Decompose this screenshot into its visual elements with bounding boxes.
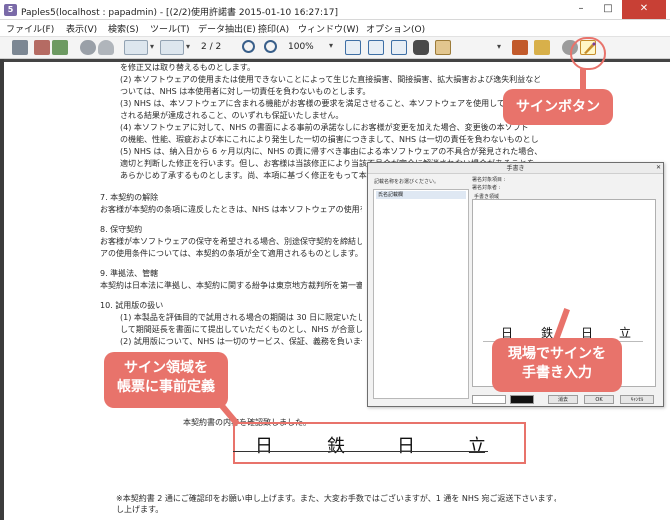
doc-line: ついては、NHS は本使用者に対し一切責任を負わないものとします。 bbox=[120, 87, 371, 96]
menu-stamp[interactable]: 捺印(A) bbox=[258, 22, 289, 35]
doc-line: お客様が本契約の条項に違反したときは、NHS は本ソフトウェアの使用を停止できる… bbox=[100, 205, 362, 214]
doc-line: の機能、性能、瑕疵および本にこれにより発生した一切の損害につきまして、NHS は… bbox=[120, 135, 540, 144]
clear-button[interactable]: 消去 bbox=[548, 395, 578, 404]
shield-icon[interactable] bbox=[98, 40, 114, 55]
doc-line: し上げます。 bbox=[116, 505, 164, 514]
stamp-icon[interactable] bbox=[534, 40, 550, 55]
handwrite-callout: 現場でサインを 手書き入力 bbox=[492, 338, 622, 392]
callout-text: 手書き入力 bbox=[522, 364, 592, 381]
chevron-down-icon[interactable]: ▾ bbox=[329, 41, 333, 50]
fit-page-icon[interactable] bbox=[368, 40, 384, 55]
callout-pointer bbox=[580, 69, 586, 91]
doc-line: アの使用条件については、本契約の条項が全て適用されるものとします。 bbox=[100, 249, 362, 258]
close-button[interactable]: ✕ bbox=[622, 0, 666, 19]
menu-search[interactable]: 検索(S) bbox=[108, 22, 139, 35]
menu-data-extract[interactable]: データ抽出(E) bbox=[198, 22, 256, 35]
sign-button-callout: サインボタン bbox=[503, 89, 613, 125]
signature-baseline bbox=[233, 451, 488, 452]
briefcase-icon[interactable] bbox=[512, 40, 528, 55]
doc-line: 10. 試用版の扱い bbox=[100, 301, 164, 310]
doc-line: 8. 保守契約 bbox=[100, 225, 143, 234]
doc-line: (2) 試用版について、NHS は一切のサービス、保証、義務を負いません。 bbox=[120, 337, 362, 346]
handwritten-char: 立 bbox=[619, 326, 632, 340]
chevron-down-icon[interactable]: ▾ bbox=[186, 42, 190, 51]
app-icon: 5 bbox=[4, 4, 17, 16]
doc-line: お客様が本ソフトウェアの保守を希望される場合、別途保守契約を締結して bbox=[100, 237, 362, 246]
field-list[interactable]: 氏名記載欄 bbox=[373, 189, 469, 399]
fit-page-icon[interactable] bbox=[345, 40, 361, 55]
page-indicator: 2 / 2 bbox=[201, 42, 222, 52]
title-bar: 5 Paples5(localhost : papadmin) - [(2/2)… bbox=[0, 0, 670, 20]
menu-view[interactable]: 表示(V) bbox=[66, 22, 97, 35]
ok-button[interactable]: OK bbox=[584, 395, 614, 404]
paperclip-icon[interactable] bbox=[80, 40, 96, 55]
pen-width-select[interactable] bbox=[472, 395, 506, 404]
signature-char: 日 bbox=[255, 436, 273, 457]
pen-color-select[interactable] bbox=[510, 395, 534, 404]
target-person-label: 署名対象者 : bbox=[472, 185, 501, 191]
doc-line: 9. 準拠法、管轄 bbox=[100, 269, 159, 278]
window-title: Paples5(localhost : papadmin) - [(2/2)使用… bbox=[21, 8, 338, 18]
viewer-edge bbox=[0, 59, 4, 520]
zoom-out-icon[interactable] bbox=[264, 40, 277, 53]
zoom-in-icon[interactable] bbox=[242, 40, 255, 53]
sign-button-highlight bbox=[570, 37, 606, 70]
doc-line: (5) NHS は、納入日から 6 ヶ月以内に、NHS の責に帰すべき事由による… bbox=[120, 147, 540, 156]
list-item[interactable]: 氏名記載欄 bbox=[376, 191, 466, 199]
menu-options[interactable]: オプション(O) bbox=[366, 22, 425, 35]
doc-line: して期間延長を書面にて提出していただくものとし、NHS が合意した場合に限ります… bbox=[120, 325, 362, 334]
chevron-down-icon[interactable]: ▾ bbox=[497, 42, 501, 51]
doc-line: ※本契約書 2 通にご確認印をお願い申し上げます。また、大変お手数ではございます… bbox=[116, 494, 556, 503]
page-nav-icon[interactable] bbox=[124, 40, 148, 55]
dialog-title: 手書き bbox=[368, 163, 663, 174]
target-field-label: 署名対象項目 : bbox=[472, 177, 506, 183]
document-export-icon[interactable] bbox=[34, 40, 50, 55]
fit-page-icon[interactable] bbox=[391, 40, 407, 55]
chevron-down-icon[interactable]: ▾ bbox=[150, 42, 154, 51]
callout-text: サイン領域を bbox=[124, 360, 208, 376]
minimize-button[interactable]: – bbox=[568, 0, 594, 19]
menu-bar: ファイル(F) 表示(V) 検索(S) ツール(T) データ抽出(E) 捺印(A… bbox=[0, 20, 670, 37]
doc-line: (1) 本製品を評価目的で試用される場合の期間は 30 日に限定いたします。 bbox=[120, 313, 362, 322]
signature-char: 日 bbox=[397, 436, 415, 457]
doc-line: 本契約は日本法に準拠し、本契約に関する紛争は東京地方裁判所を第一審の管轄裁判所と… bbox=[100, 281, 362, 290]
doc-line: 7. 本契約の解除 bbox=[100, 193, 159, 202]
signature-char: 鉄 bbox=[327, 436, 345, 457]
callout-text: 現場でサインを bbox=[508, 346, 606, 362]
printer-icon[interactable] bbox=[12, 40, 28, 55]
predefine-area-callout: サイン領域を 帳票に事前定義 bbox=[104, 352, 228, 408]
menu-file[interactable]: ファイル(F) bbox=[6, 22, 54, 35]
signature-char: 立 bbox=[468, 436, 486, 457]
binoculars-icon[interactable] bbox=[413, 40, 429, 55]
doc-line: (3) NHS は、本ソフトウェアに含まれる機能がお客様の要求を満足させること、… bbox=[120, 99, 510, 108]
close-icon[interactable]: ✕ bbox=[656, 164, 661, 171]
list-header: 記載名称をお選びください。 bbox=[374, 179, 440, 185]
doc-line: される結果が達成されること、のいずれも保証いたしません。 bbox=[120, 111, 344, 120]
page-nav-icon[interactable] bbox=[160, 40, 184, 55]
cancel-button[interactable]: ｷｬﾝｾﾙ bbox=[620, 395, 654, 404]
maximize-button[interactable]: □ bbox=[595, 0, 621, 19]
document-import-icon[interactable] bbox=[52, 40, 68, 55]
doc-line: を修正又は取り替えるものとします。 bbox=[120, 63, 255, 72]
doc-line: (4) 本ソフトウェアに対して、NHS の書面による事前の承諾なしにお客様が変更… bbox=[120, 123, 529, 132]
callout-text: 帳票に事前定義 bbox=[117, 378, 215, 395]
doc-line: (2) 本ソフトウェアの使用または使用できないことによって生じた直接損害、間接損… bbox=[120, 75, 540, 84]
zoom-level[interactable]: 100% bbox=[288, 42, 314, 52]
menu-tools[interactable]: ツール(T) bbox=[150, 22, 190, 35]
menu-window[interactable]: ウィンドウ(W) bbox=[298, 22, 359, 35]
clipboard-icon[interactable] bbox=[435, 40, 451, 55]
